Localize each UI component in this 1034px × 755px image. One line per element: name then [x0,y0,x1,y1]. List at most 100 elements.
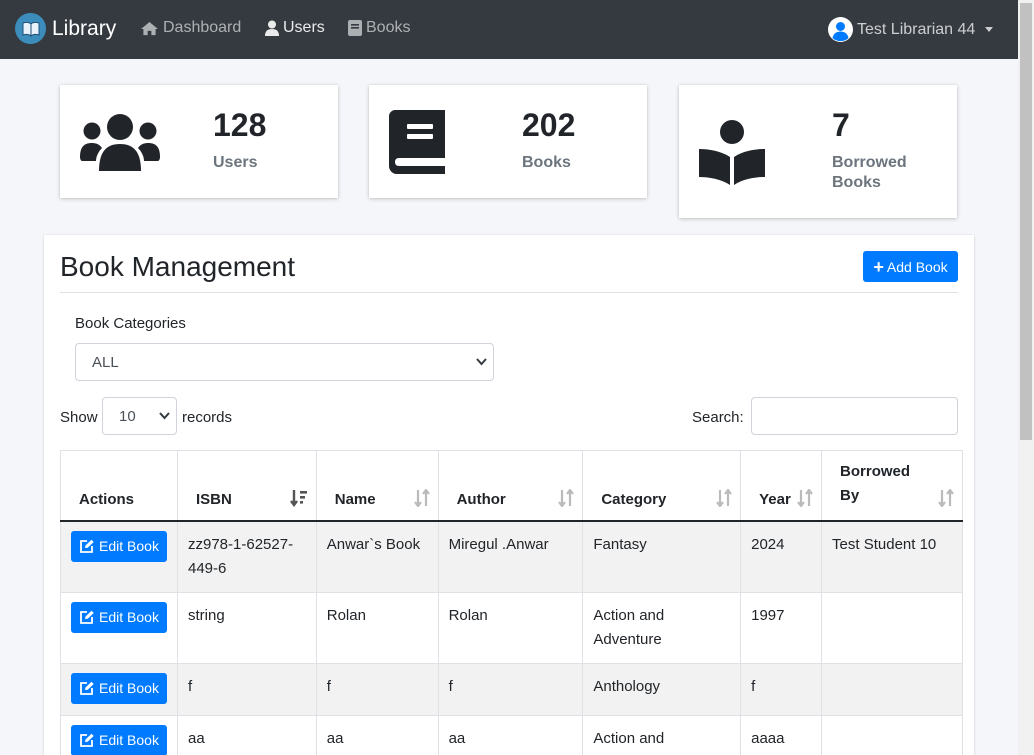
actions-cell: Edit Book [60,714,178,755]
books-label: Books [522,154,571,171]
isbn-cell: string [177,591,317,664]
column-header-category[interactable]: Category [582,450,742,522]
year-cell: 2024 [740,520,823,593]
isbn-cell: f [177,662,317,716]
user-name: Test Librarian 44 [857,20,976,38]
table-row: Edit Book aa aa aa Action and Adventure … [60,714,963,755]
table-row: Edit Book string Rolan Rolan Action and … [60,591,963,664]
table-row: Edit Book f f f Anthology f [60,662,963,716]
sort-icon [938,488,954,507]
show-label: Show [60,409,98,426]
book-icon [348,20,362,36]
category-cell: Fantasy [582,520,742,593]
author-cell: Miregul .Anwar [437,520,584,593]
nav-dashboard[interactable]: Dashboard [140,19,241,37]
books-count: 202 [522,107,576,143]
sort-icon [413,488,430,507]
edit-book-button[interactable]: Edit Book [71,601,167,633]
user-icon [265,20,279,36]
author-cell: f [437,662,584,716]
nav-dashboard-label: Dashboard [163,19,242,36]
column-header-year[interactable]: Year [740,450,823,522]
column-header-actions: Actions [60,450,178,522]
add-book-button[interactable]: + Add Book [863,251,958,282]
chevron-down-icon [159,412,170,420]
sort-icon [797,488,813,507]
borrowed-label: Borrowed Books [832,154,907,191]
book-management-card: Book Management + Add Book Book Categori… [44,235,974,755]
records-label: records [182,409,233,426]
year-cell: 1997 [740,591,823,664]
table-header-row: Actions ISBN Name Author Category Year B… [60,450,963,522]
top-navbar: Library Dashboard Users Books Test Libra… [0,0,1018,59]
search-label: Search: [692,409,744,426]
edit-icon [80,733,94,747]
category-cell: Anthology [582,662,742,716]
nav-users[interactable]: Users [265,19,325,37]
chevron-down-icon [476,358,487,366]
home-icon [141,21,158,35]
nav-books-label: Books [366,19,411,36]
sort-desc-icon [289,489,307,507]
borrowed-by-cell [821,662,963,716]
stat-card-users: 128 Users [60,85,338,198]
name-cell: aa [315,714,439,755]
category-selected-value: ALL [92,353,119,371]
year-cell: aaaa [740,714,823,755]
user-avatar-icon [828,17,853,42]
name-cell: Rolan [315,591,439,664]
sort-icon [716,488,732,507]
category-cell: Action and Adventure [582,591,742,664]
nav-users-label: Users [283,19,325,36]
borrowed-by-cell: Test Student 10 [821,520,963,593]
stat-card-borrowed: 7 Borrowed Books [679,85,957,218]
page-scrollbar[interactable] [1018,0,1034,755]
brand-link[interactable]: Library [15,13,116,44]
users-group-icon [80,113,160,176]
column-header-isbn[interactable]: ISBN [177,450,317,522]
plus-icon: + [873,256,884,277]
users-count: 128 [213,107,267,143]
sort-icon [558,488,575,507]
name-cell: f [315,662,439,716]
actions-cell: Edit Book [60,591,178,664]
year-cell: f [740,662,823,716]
column-header-borrowed-by[interactable]: Borrowed By [821,450,963,522]
brand-name: Library [52,16,117,40]
scrollbar-thumb[interactable] [1020,3,1032,440]
chevron-down-icon [985,27,994,32]
borrowed-count: 7 [832,107,850,143]
users-label: Users [213,154,258,171]
column-header-author[interactable]: Author [437,450,584,522]
stat-card-books: 202 Books [369,85,647,198]
edit-icon [80,681,94,695]
edit-book-button[interactable]: Edit Book [71,724,167,755]
book-reader-icon [699,119,765,190]
edit-book-button[interactable]: Edit Book [71,672,167,704]
page-length-value: 10 [119,407,136,425]
category-select[interactable]: ALL [75,343,494,381]
column-header-name[interactable]: Name [315,450,439,522]
actions-cell: Edit Book [60,662,178,716]
category-label: Book Categories [75,315,186,332]
nav-books[interactable]: Books [348,19,410,37]
table-row: Edit Book zz978-1-62527-449-6 Anwar`s Bo… [60,520,963,593]
search-input[interactable] [751,397,958,435]
borrowed-by-cell [821,714,963,755]
add-book-label: Add Book [886,258,948,275]
edit-book-button[interactable]: Edit Book [71,530,167,562]
page-title: Book Management [60,251,296,282]
borrowed-by-cell [821,591,963,664]
user-dropdown[interactable]: Test Librarian 44 [828,17,994,42]
category-cell: Action and Adventure [582,714,742,755]
isbn-cell: aa [177,714,317,755]
author-cell: Rolan [437,591,584,664]
isbn-cell: zz978-1-62527-449-6 [177,520,317,593]
library-logo-icon [15,13,46,44]
books-table: Actions ISBN Name Author Category Year B… [60,450,963,755]
author-cell: aa [437,714,584,755]
name-cell: Anwar`s Book [315,520,439,593]
book-icon [389,110,447,179]
edit-icon [80,539,94,553]
page-length-select[interactable]: 10 [102,397,177,435]
